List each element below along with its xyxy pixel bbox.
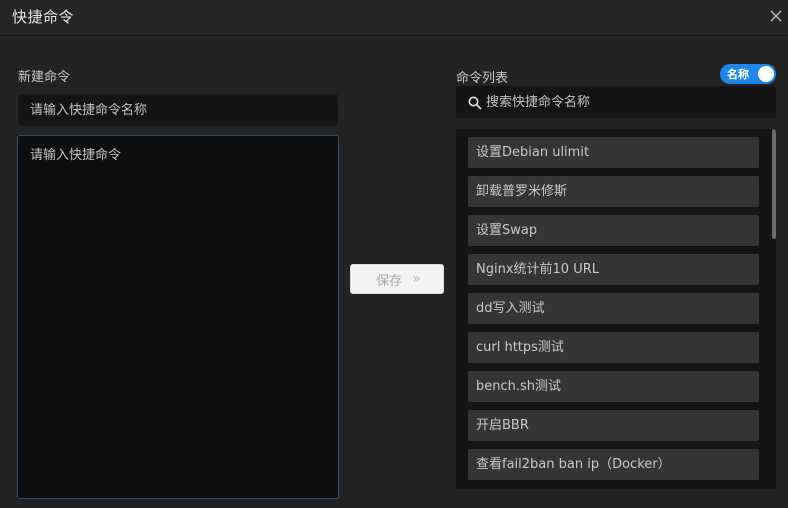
list-item[interactable]: 设置Swap [468,215,759,246]
list-scrollbar[interactable] [770,129,776,489]
sort-by-name-toggle[interactable]: 名称 [720,64,776,84]
list-item[interactable]: Nginx统计前10 URL [468,254,759,285]
search-box[interactable] [456,86,776,118]
new-command-label: 新建命令 [18,70,71,85]
double-chevron-right-icon: » [412,271,420,287]
command-list-panel: 设置Debian ulimit 卸载普罗米修斯 设置Swap Nginx统计前1… [456,129,776,489]
command-list-label: 命令列表 [456,71,509,86]
save-button[interactable]: 保存 » [350,264,444,294]
close-icon[interactable] [768,8,784,24]
command-list: 设置Debian ulimit 卸载普罗米修斯 设置Swap Nginx统计前1… [468,137,759,488]
dialog-title: 快捷命令 [12,8,75,26]
list-item[interactable]: 开启BBR [468,410,759,441]
quick-commands-dialog: 快捷命令 新建命令 保存 » 命令列表 名称 设置Debian ulimit [0,0,788,508]
list-item[interactable]: dd写入测试 [468,293,759,324]
search-input[interactable] [486,86,766,118]
toggle-knob [758,66,774,82]
toggle-label: 名称 [727,68,749,81]
save-button-label: 保存 [376,273,403,289]
scrollbar-thumb[interactable] [772,129,776,239]
list-item[interactable]: 设置Debian ulimit [468,137,759,168]
command-name-input[interactable] [18,94,338,126]
list-item[interactable]: curl https测试 [468,332,759,363]
list-item[interactable]: 查看fail2ban ban ip（Docker） [468,449,759,480]
search-icon [468,95,482,110]
title-bar: 快捷命令 [0,0,788,36]
list-item[interactable]: 卸载普罗米修斯 [468,176,759,207]
list-item[interactable]: bench.sh测试 [468,371,759,402]
command-text-area[interactable] [17,135,339,499]
